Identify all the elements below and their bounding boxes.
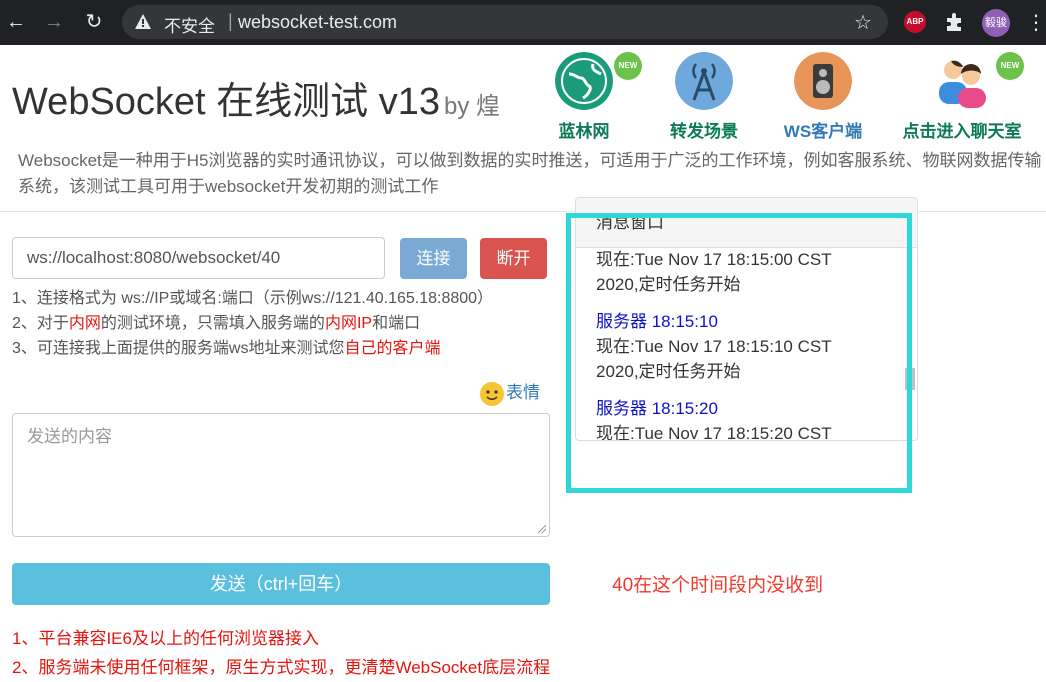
back-arrow-icon[interactable]: ← [4, 10, 28, 34]
warning-icon [135, 14, 151, 29]
highlight-box [566, 213, 912, 493]
browser-menu-icon[interactable]: ⋮ [1026, 10, 1046, 35]
emoji-button[interactable]: 表情 [480, 378, 540, 406]
nav-link-label: 点击进入聊天室 [902, 122, 1022, 141]
address-bar[interactable]: 不安全 | websocket-test.com ☆ [122, 5, 888, 39]
forward-arrow-icon[interactable]: → [42, 10, 66, 34]
tip-line-2: 2、对于内网的测试环境，只需填入服务端的内网IP和端口 [12, 315, 421, 332]
new-badge: NEW [614, 52, 642, 80]
nav-link-forwarding[interactable]: 转发场景 [666, 52, 742, 142]
annotation-text: 40在这个时间段内没收到 [612, 575, 824, 596]
notice-line-2: 2、服务端未使用任何框架，原生方式实现，更清楚WebSocket底层流程 [12, 658, 551, 677]
tip-line-3: 3、可连接我上面提供的服务端ws地址来测试您自己的客户端 [12, 340, 441, 357]
browser-toolbar: ← → ↻ 不安全 | websocket-test.com ☆ ABP 毅骏 … [0, 0, 1046, 45]
profile-avatar[interactable]: 毅骏 [982, 9, 1010, 37]
page-description: Websocket是一种用于H5浏览器的实时通讯协议，可以做到数据的实时推送，可… [18, 151, 1042, 196]
adblock-extension-icon[interactable]: ABP [904, 11, 926, 33]
nav-link-lanlin[interactable]: NEW 蓝林网 [554, 52, 642, 142]
disconnect-button[interactable]: 断开 [480, 238, 547, 279]
message-textarea[interactable]: 发送的内容 [12, 413, 550, 537]
platform-notices: 1、平台兼容IE6及以上的任何浏览器接入 2、服务端未使用任何框架，原生方式实现… [12, 624, 550, 682]
smiley-icon [480, 381, 504, 406]
bookmark-star-icon[interactable]: ☆ [854, 10, 872, 35]
nav-link-label: 转发场景 [670, 122, 738, 141]
emoji-label: 表情 [506, 383, 540, 402]
nav-link-ws-client[interactable]: WS客户端 [778, 52, 868, 142]
insecure-label: 不安全 [164, 17, 215, 36]
ws-address-input[interactable]: ws://localhost:8080/websocket/40 [12, 237, 385, 279]
message-placeholder: 发送的内容 [27, 427, 112, 446]
connect-button[interactable]: 连接 [400, 238, 467, 279]
notice-line-1: 1、平台兼容IE6及以上的任何浏览器接入 [12, 629, 319, 648]
title-byline: by 煌 [444, 93, 501, 120]
globe-icon [555, 52, 613, 110]
nav-link-chatroom[interactable]: NEW 点击进入聊天室 [898, 52, 1026, 142]
chat-people-icon [939, 60, 986, 108]
speaker-icon [794, 52, 852, 110]
extensions-puzzle-icon[interactable] [944, 11, 966, 33]
usage-tips: 1、连接格式为 ws://IP或域名:端口（示例ws://121.40.165.… [12, 286, 493, 361]
tip-line-1: 1、连接格式为 ws://IP或域名:端口（示例ws://121.40.165.… [12, 290, 494, 307]
url-separator: | [228, 11, 233, 31]
page-title: WebSocket 在线测试 v13 by 煌 [12, 70, 500, 125]
title-text: WebSocket 在线测试 v13 [12, 81, 441, 123]
resize-handle-icon[interactable] [537, 524, 547, 534]
reload-icon[interactable]: ↻ [82, 10, 106, 34]
new-badge: NEW [996, 52, 1024, 80]
antenna-icon [675, 52, 733, 110]
nav-link-label: WS客户端 [783, 122, 863, 141]
nav-link-label: 蓝林网 [558, 122, 610, 141]
url-text: websocket-test.com [238, 12, 398, 32]
send-button[interactable]: 发送（ctrl+回车） [12, 563, 550, 605]
